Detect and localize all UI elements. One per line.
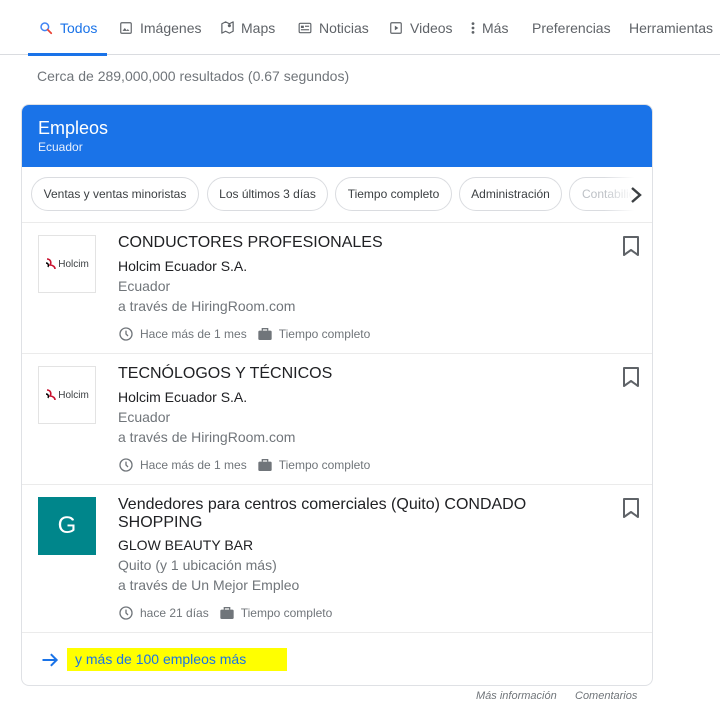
job-type: Tiempo completo [240,606,333,620]
job-listing[interactable]: Holcim CONDUCTORES PROFESIONALES Holcim … [22,223,652,354]
filter-chips: Ventas y ventas minoristas Los últimos 3… [22,167,652,223]
chip-ultimos-3-dias[interactable]: Los últimos 3 días [207,177,328,211]
tab-preferencias[interactable]: Preferencias [532,0,611,55]
map-icon [219,20,235,36]
news-icon [297,20,313,36]
tab-label: Videos [410,19,453,36]
holcim-logo-icon [46,258,57,270]
job-title: Vendedores para centros comerciales (Qui… [118,496,527,531]
job-location: Quito (y 1 ubicación más) [118,557,277,573]
company-logo: Holcim [38,235,96,293]
tab-label: Preferencias [532,19,611,36]
job-source: a través de HiringRoom.com [118,298,296,314]
tab-maps[interactable]: Maps [219,0,275,55]
jobs-card-header[interactable]: Empleos Ecuador [22,105,652,167]
job-type: Tiempo completo [278,327,371,341]
holcim-logo-icon [46,389,57,401]
result-stats: Cerca de 289,000,000 resultados (0.67 se… [37,68,350,84]
tab-todos[interactable]: Todos [27,0,108,56]
tab-label: Noticias [319,19,369,36]
more-jobs-link[interactable]: y más de 100 empleos más [22,633,652,685]
job-meta: Hace más de 1 mes Tiempo completo [118,457,370,473]
tab-label: Más [482,19,509,36]
job-location: Ecuador [118,409,171,425]
job-meta: hace 21 días Tiempo completo [118,605,332,621]
company-logo: G [38,497,96,555]
image-icon [118,20,134,36]
job-meta: Hace más de 1 mes Tiempo completo [118,326,370,342]
bookmark-icon[interactable] [622,497,640,519]
more-info-link[interactable]: Más información [476,690,557,702]
tab-label: Imágenes [140,19,202,36]
jobs-card: Empleos Ecuador Ventas y ventas minorist… [21,104,653,686]
chip-ventas[interactable]: Ventas y ventas minoristas [31,177,199,211]
job-title: TECNÓLOGOS Y TÉCNICOS [118,365,333,382]
company-logo: Holcim [38,366,96,424]
job-posted: Hace más de 1 mes [140,327,247,341]
job-source: a través de HiringRoom.com [118,429,296,445]
tab-noticias[interactable]: Noticias [297,0,369,55]
job-location: Ecuador [118,278,171,294]
briefcase-icon [257,326,273,342]
clock-icon [118,326,134,342]
tab-label: Todos [60,19,98,36]
jobs-card-title: Empleos [38,118,109,138]
bookmark-icon[interactable] [622,235,640,257]
job-type: Tiempo completo [278,458,371,472]
company-logo-text: Holcim [58,258,89,270]
tab-imagenes[interactable]: Imágenes [118,0,201,55]
job-company: Holcim Ecuador S.A. [118,389,248,405]
tab-mas[interactable]: Más [468,0,508,55]
company-logo-text: Holcim [58,389,89,401]
bookmark-icon[interactable] [622,366,640,388]
tab-herramientas[interactable]: Herramientas [629,0,713,55]
briefcase-icon [257,457,273,473]
job-posted: Hace más de 1 mes [140,458,247,472]
tab-label: Herramientas [629,19,714,36]
feedback-link[interactable]: Comentarios [575,690,637,702]
tab-videos[interactable]: Videos [388,0,453,55]
arrow-right-icon [40,650,60,670]
clock-icon [118,457,134,473]
chip-tiempo-completo[interactable]: Tiempo completo [335,177,452,211]
job-title: CONDUCTORES PROFESIONALES [118,234,383,251]
clock-icon [118,605,134,621]
job-source: a través de Un Mejor Empleo [118,577,300,593]
job-listing[interactable]: Holcim TECNÓLOGOS Y TÉCNICOS Holcim Ecua… [22,354,652,485]
job-company: Holcim Ecuador S.A. [118,258,248,274]
jobs-card-subtitle: Ecuador [38,140,83,154]
job-listing[interactable]: G Vendedores para centros comerciales (Q… [22,485,652,633]
search-icon [38,20,54,36]
briefcase-icon [219,605,235,621]
video-icon [388,20,404,36]
more-jobs-label: y más de 100 empleos más [67,648,288,671]
job-posted: hace 21 días [140,606,209,620]
chevron-right-icon[interactable] [624,183,648,207]
job-company: GLOW BEAUTY BAR [118,537,254,553]
more-vert-icon [468,20,478,36]
tab-label: Maps [241,19,276,36]
search-tabs-bar: Todos Imágenes Maps Noticias Videos Más … [0,0,720,56]
chip-administracion[interactable]: Administración [459,177,562,211]
